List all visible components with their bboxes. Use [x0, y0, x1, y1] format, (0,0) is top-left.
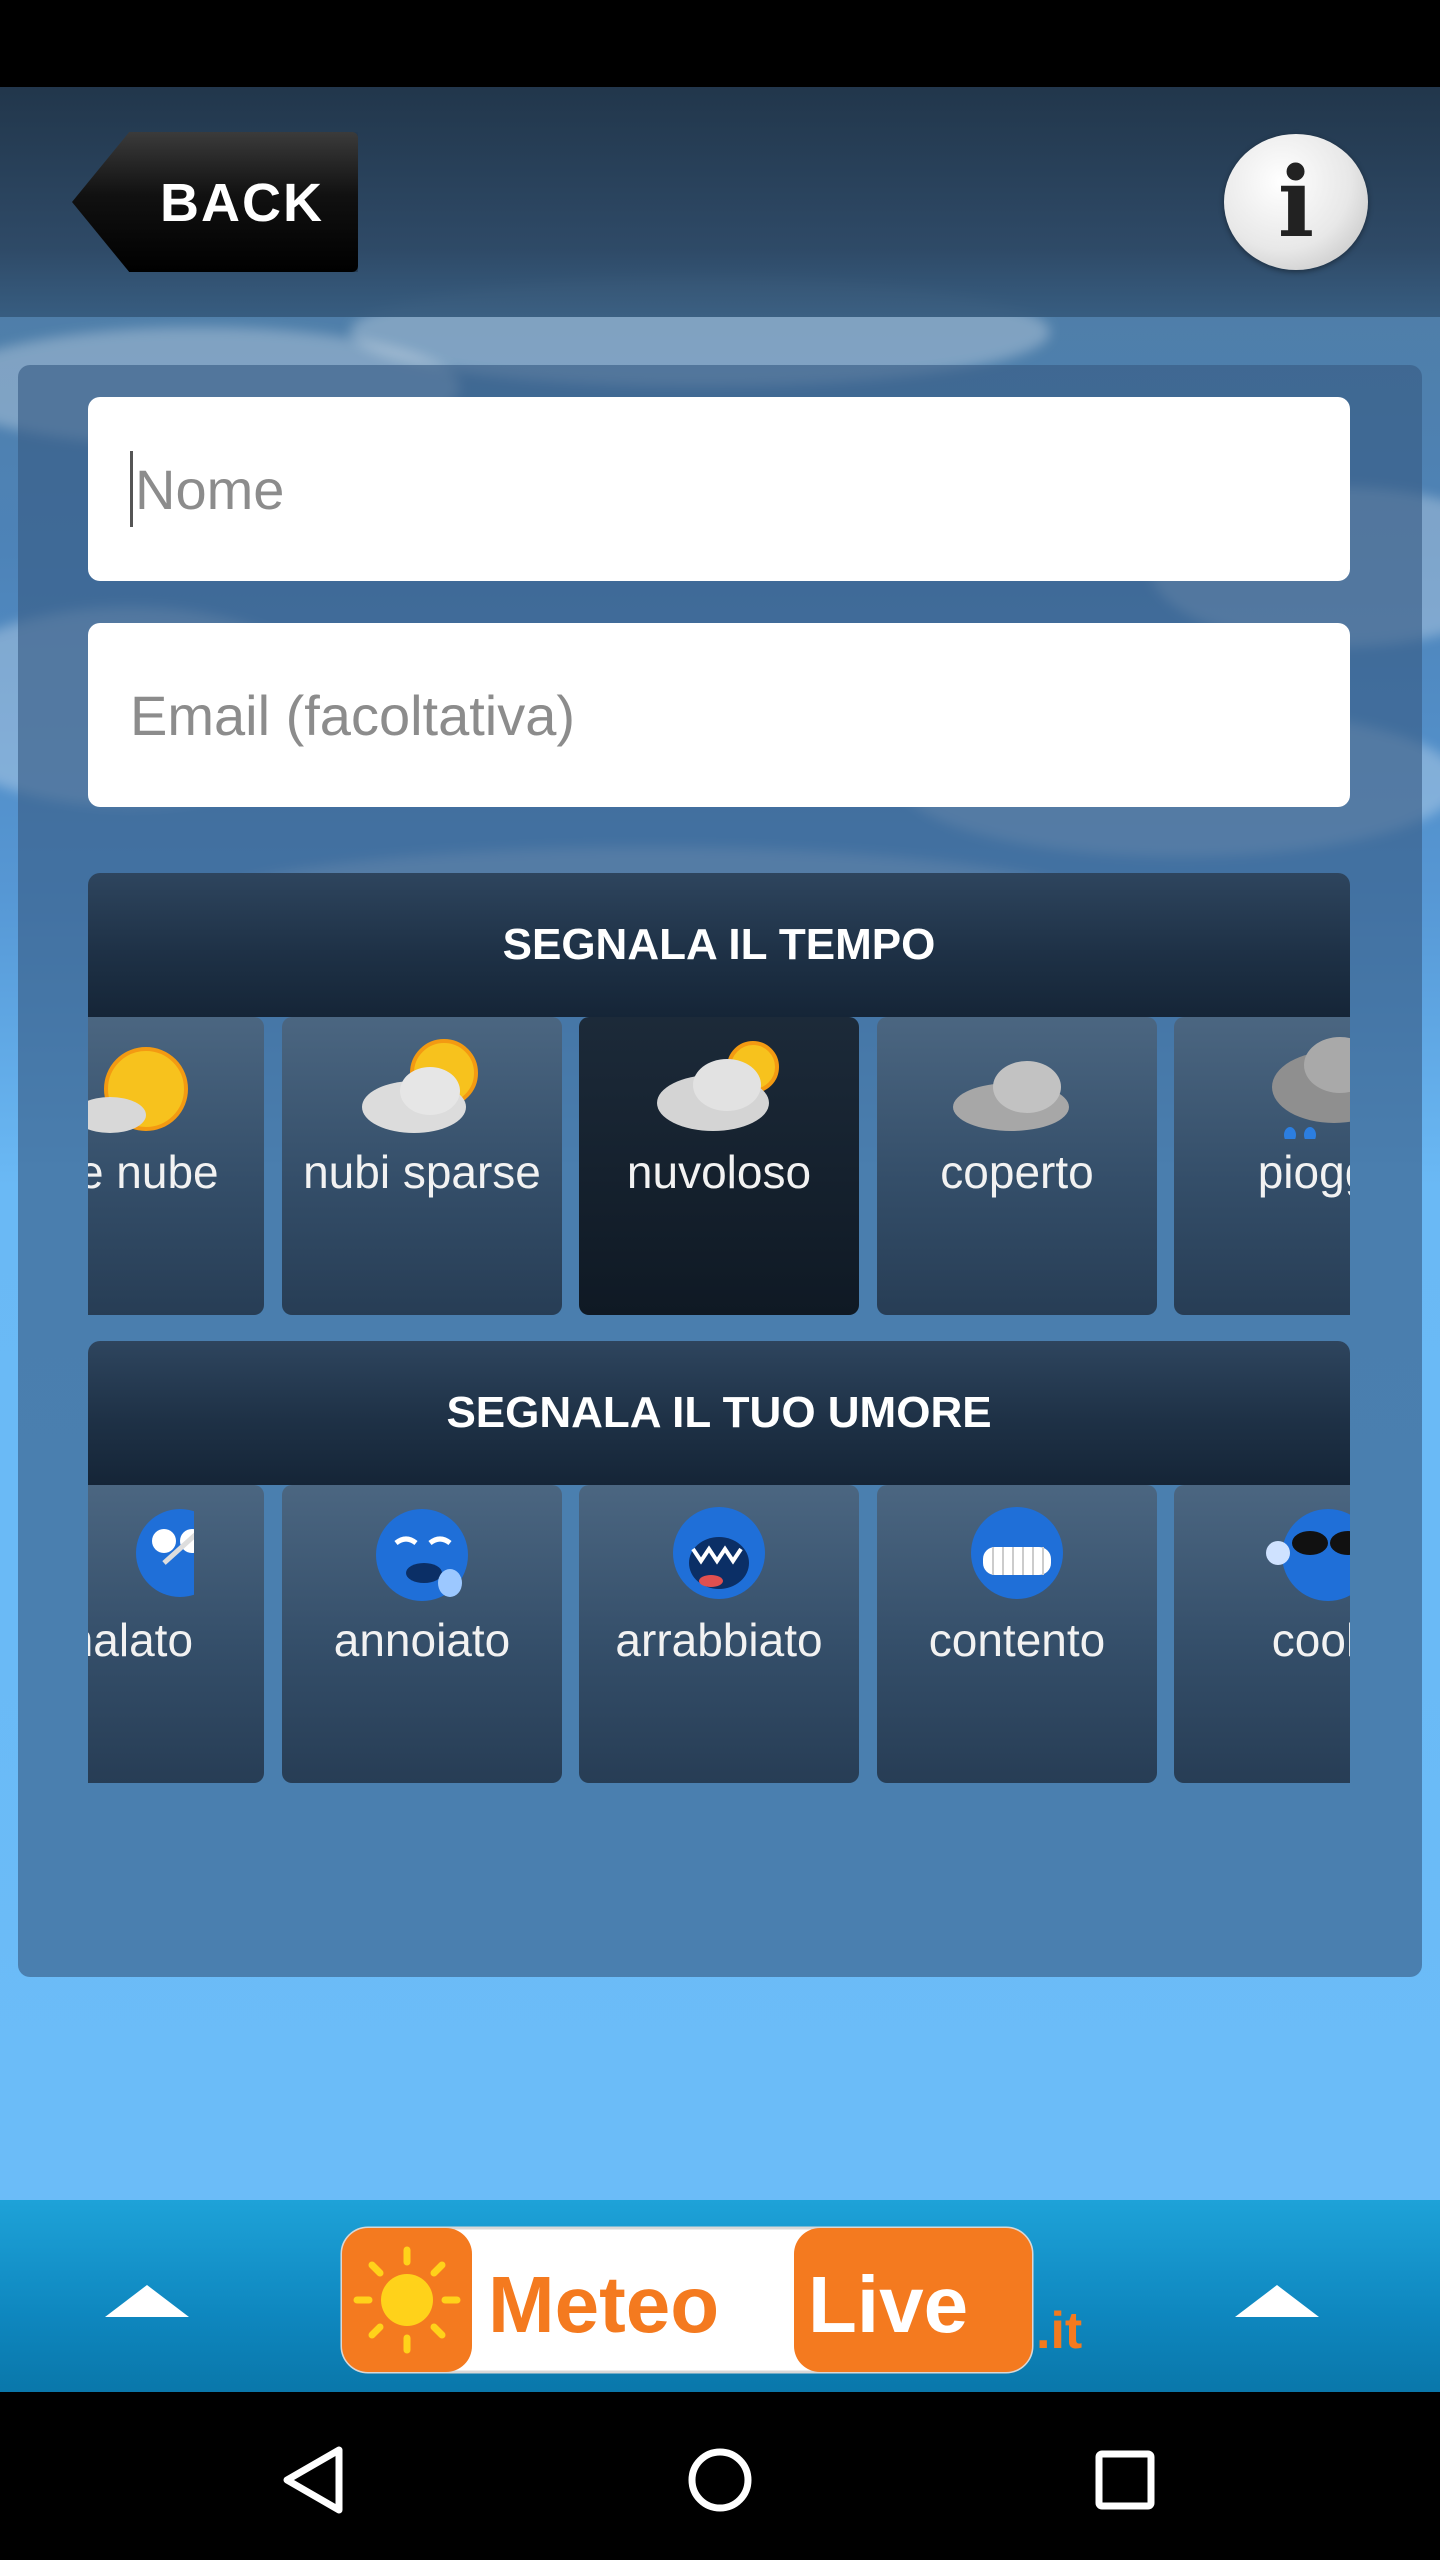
- overcast-icon: [953, 1061, 1069, 1131]
- email-placeholder: Email (facoltativa): [130, 683, 576, 747]
- mood-strip[interactable]: malato annoiato arrabbiato contento: [88, 1485, 1350, 1785]
- meteolive-logo[interactable]: Meteo Live .it: [338, 2220, 1108, 2380]
- rain-icon: [1272, 1037, 1350, 1139]
- mood-tile-5[interactable]: cool: [1174, 1485, 1350, 1783]
- nav-recents-icon[interactable]: [1085, 2440, 1165, 2520]
- angry-face-icon: [673, 1507, 765, 1599]
- weather-tile-3[interactable]: nuvoloso: [579, 1017, 859, 1315]
- back-button[interactable]: BACK: [72, 132, 358, 272]
- mood-label: annoiato: [333, 1614, 511, 1666]
- text-cursor: [130, 451, 133, 527]
- weather-tile-1[interactable]: che nube: [88, 1017, 264, 1315]
- mood-label: malato: [88, 1614, 194, 1666]
- weather-label: nubi sparse: [303, 1146, 541, 1198]
- mood-tile-4[interactable]: contento: [877, 1485, 1157, 1783]
- logo-text-live: Live: [808, 2260, 968, 2349]
- scroll-up-right-icon[interactable]: [1235, 2285, 1319, 2317]
- email-field[interactable]: Email (facoltativa): [88, 623, 1350, 807]
- cool-face-icon: [1266, 1509, 1350, 1601]
- weather-tile-2[interactable]: nubi sparse: [282, 1017, 562, 1315]
- weather-strip[interactable]: che nube nubi sparse nuvoloso coperto: [88, 1017, 1350, 1317]
- scroll-up-left-icon[interactable]: [105, 2285, 189, 2317]
- mood-label: cool: [1271, 1614, 1350, 1666]
- mood-tile-3[interactable]: arrabbiato: [579, 1485, 859, 1783]
- weather-section-title: SEGNALA IL TEMPO: [88, 873, 1350, 1017]
- weather-label: che nube: [88, 1146, 219, 1198]
- nav-home-icon[interactable]: [680, 2440, 760, 2520]
- mood-label: contento: [928, 1614, 1106, 1666]
- weather-tile-4[interactable]: coperto: [877, 1017, 1157, 1315]
- info-icon[interactable]: i: [1224, 134, 1368, 270]
- name-field[interactable]: Nome: [88, 397, 1350, 581]
- partly-cloudy-icon: [362, 1039, 478, 1133]
- mood-tile-2[interactable]: annoiato: [282, 1485, 562, 1783]
- status-bar: [0, 0, 1440, 87]
- mood-section-title: SEGNALA IL TUO UMORE: [88, 1341, 1350, 1485]
- back-label: BACK: [160, 173, 324, 233]
- weather-label: piogg: [1257, 1146, 1350, 1198]
- weather-label: nuvoloso: [626, 1146, 812, 1198]
- logo-text-suffix: .it: [1036, 2302, 1082, 2360]
- info-glyph: i: [1277, 145, 1315, 259]
- sun-cloud-icon: [88, 1047, 188, 1133]
- bored-face-icon: [376, 1509, 468, 1601]
- name-placeholder: Nome: [135, 457, 285, 521]
- cloudy-icon: [657, 1041, 779, 1131]
- logo-text-meteo: Meteo: [488, 2260, 719, 2349]
- nav-back-icon[interactable]: [275, 2440, 355, 2520]
- sick-face-icon: [136, 1509, 194, 1597]
- mood-label: arrabbiato: [615, 1614, 823, 1666]
- weather-label: coperto: [940, 1146, 1094, 1198]
- weather-tile-5[interactable]: piogg: [1174, 1017, 1350, 1315]
- mood-tile-1[interactable]: malato: [88, 1485, 264, 1783]
- happy-face-icon: [971, 1507, 1063, 1599]
